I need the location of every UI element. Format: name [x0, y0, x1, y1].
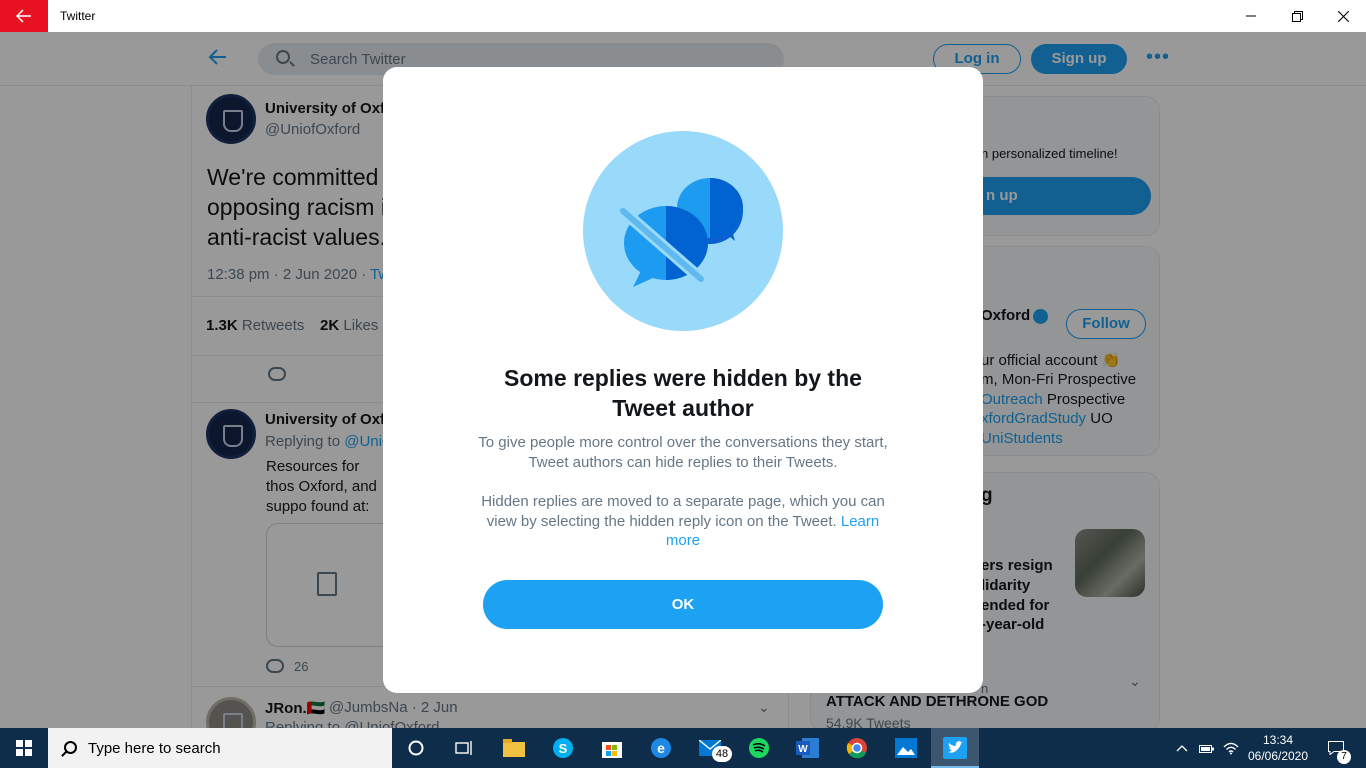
- close-button[interactable]: [1320, 0, 1366, 32]
- hidden-replies-icon: [583, 131, 783, 331]
- search-icon: [64, 741, 77, 754]
- svg-text:e: e: [657, 740, 665, 756]
- back-arrow-icon[interactable]: [0, 0, 48, 32]
- start-button[interactable]: [0, 728, 48, 768]
- photos-icon[interactable]: [882, 728, 930, 768]
- cortana-icon[interactable]: [392, 728, 440, 768]
- hidden-replies-dialog: Some replies were hidden by the Tweet au…: [383, 67, 983, 693]
- window-titlebar: Twitter: [0, 0, 1366, 32]
- taskbar-search-placeholder: Type here to search: [88, 740, 221, 757]
- taskbar-clock[interactable]: 13:34 06/06/2020: [1246, 732, 1310, 764]
- chevron-up-icon[interactable]: [1172, 728, 1192, 768]
- dialog-title: Some replies were hidden by the Tweet au…: [504, 365, 862, 421]
- mail-badge: 48: [712, 746, 732, 762]
- chrome-icon[interactable]: [833, 728, 881, 768]
- svg-text:S: S: [559, 741, 568, 756]
- dialog-description-text: Hidden replies are moved to a separate p…: [481, 493, 885, 530]
- store-icon[interactable]: [588, 728, 636, 768]
- edge-icon[interactable]: e: [637, 728, 685, 768]
- dialog-description-2: Hidden replies are moved to a separate p…: [478, 492, 888, 551]
- taskbar-search-input[interactable]: Type here to search: [48, 728, 392, 768]
- window-title: Twitter: [60, 9, 96, 23]
- dialog-description: To give people more control over the con…: [478, 434, 888, 471]
- restore-button[interactable]: [1274, 0, 1320, 32]
- windows-taskbar: Type here to search S e 48 W 13:34 06/06…: [0, 728, 1366, 768]
- ok-button[interactable]: OK: [483, 580, 883, 629]
- notification-badge: 7: [1337, 750, 1351, 764]
- twitter-app-icon[interactable]: [931, 728, 979, 768]
- mail-icon[interactable]: 48: [686, 728, 734, 768]
- spotify-icon[interactable]: [735, 728, 783, 768]
- windows-logo-icon: [16, 740, 32, 756]
- svg-text:W: W: [798, 744, 808, 755]
- minimize-button[interactable]: [1228, 0, 1274, 32]
- clock-time: 13:34: [1262, 733, 1294, 747]
- file-explorer-icon[interactable]: [490, 728, 538, 768]
- task-view-icon[interactable]: [440, 728, 488, 768]
- word-icon[interactable]: W: [784, 728, 832, 768]
- clock-date: 06/06/2020: [1247, 749, 1309, 763]
- battery-icon[interactable]: [1196, 728, 1218, 768]
- skype-icon[interactable]: S: [539, 728, 587, 768]
- wifi-icon[interactable]: [1220, 728, 1242, 768]
